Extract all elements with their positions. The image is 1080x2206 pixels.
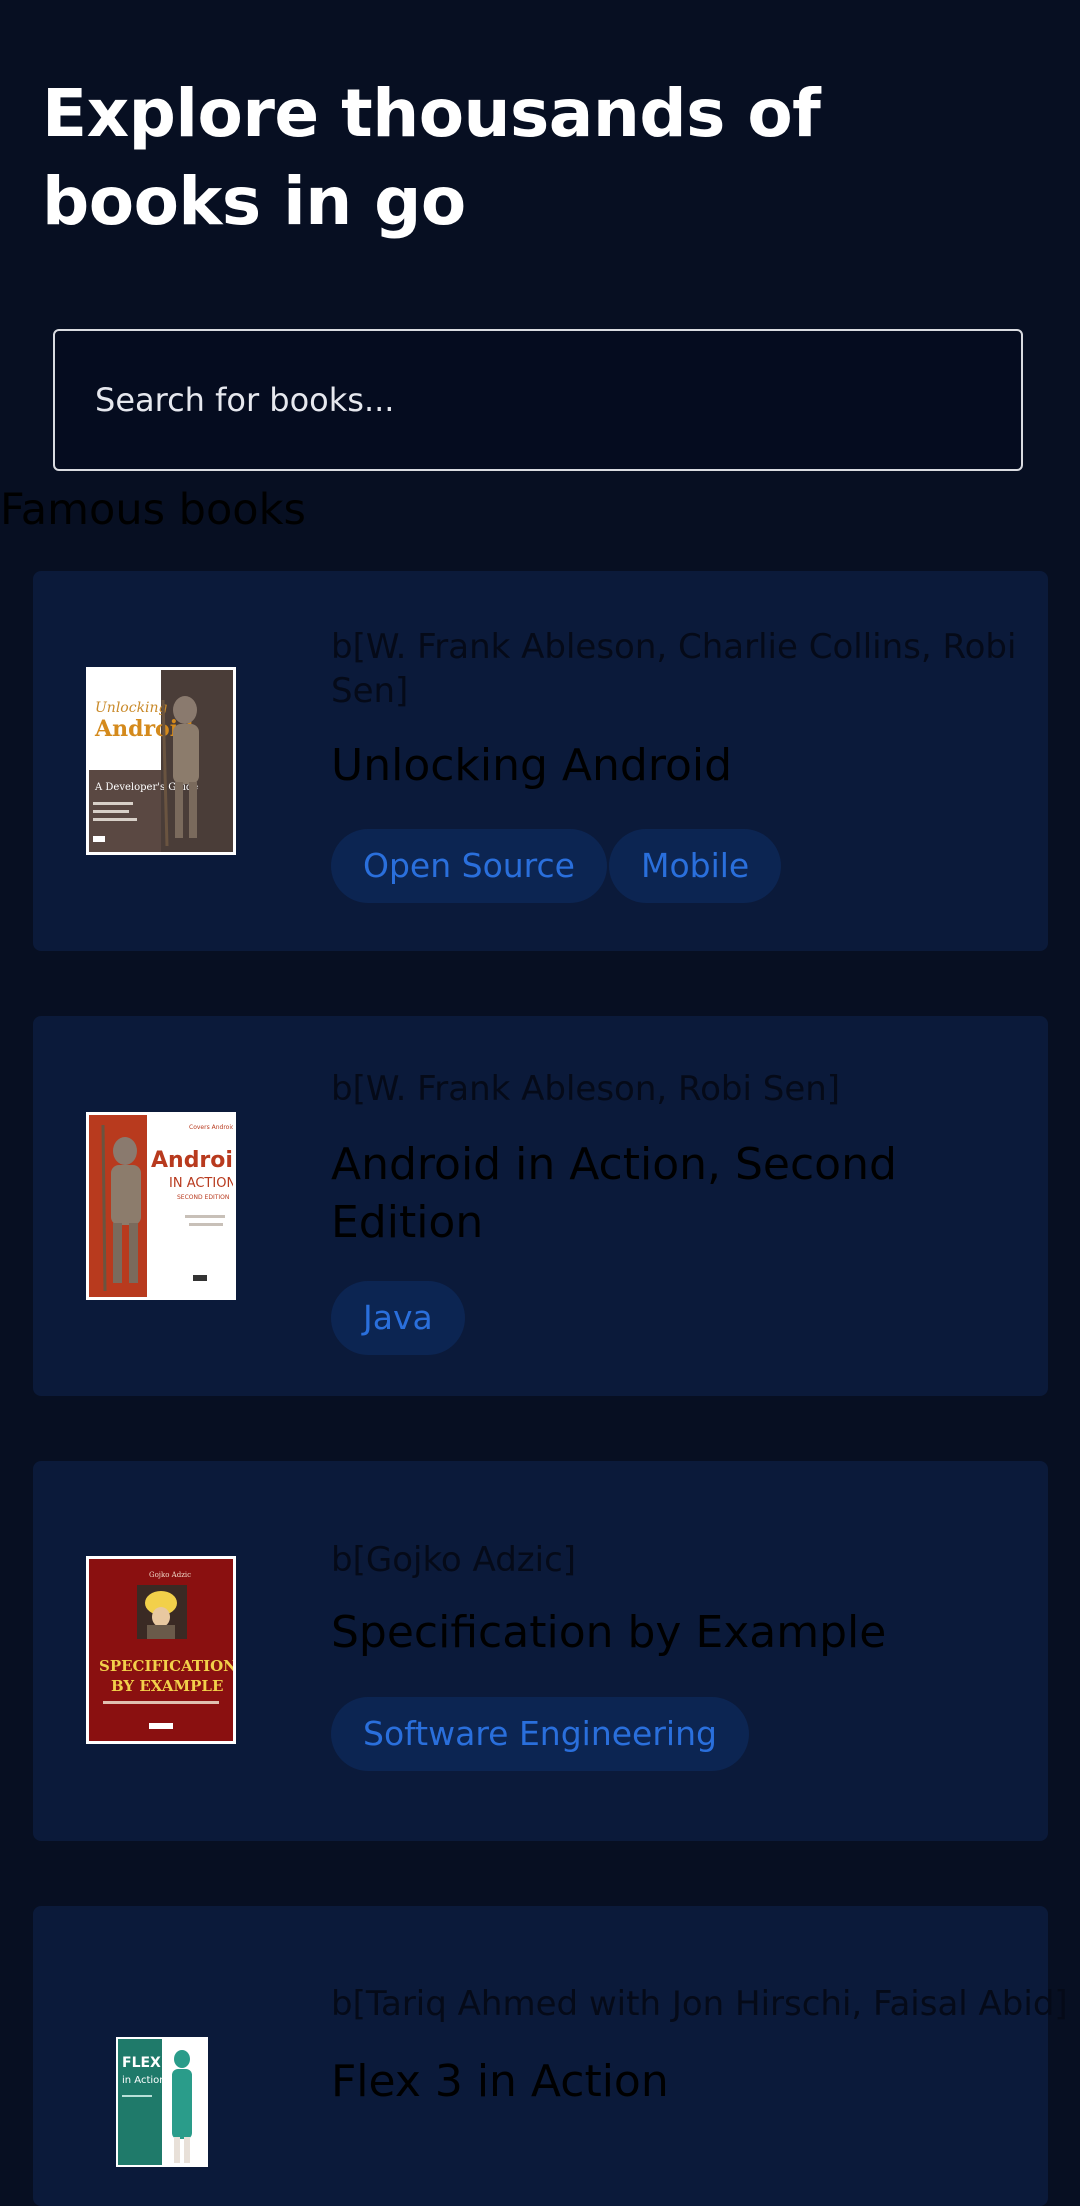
book-authors: b[Gojko Adzic]: [331, 1540, 577, 1580]
famous-books-heading: Famous books: [0, 485, 306, 535]
tag-mobile[interactable]: Mobile: [608, 829, 782, 903]
svg-text:Gojko Adzic: Gojko Adzic: [149, 1571, 191, 1579]
book-title[interactable]: Specification by Example: [331, 1604, 1031, 1662]
svg-text:BY EXAMPLE: BY EXAMPLE: [111, 1677, 223, 1695]
svg-text:FLEX 3: FLEX 3: [122, 2055, 175, 2071]
book-card[interactable]: Gojko Adzic SPECIFICATION BY EXAMPLE b[G…: [33, 1461, 1048, 1841]
android-in-action-cover: Covers Android 2 Android IN ACTION SECON…: [86, 1112, 236, 1300]
svg-text:Covers Android 2: Covers Android 2: [189, 1124, 233, 1131]
svg-text:SPECIFICATION: SPECIFICATION: [99, 1657, 233, 1675]
book-authors: b[Tariq Ahmed with Jon Hirschi, Faisal A…: [331, 1984, 1068, 2024]
book-card[interactable]: Unlocking Android A Developer's Guide b[…: [33, 571, 1048, 951]
tag-java[interactable]: Java: [331, 1281, 465, 1355]
unlocking-android-cover: Unlocking Android A Developer's Guide: [86, 667, 236, 855]
specification-by-example-cover: Gojko Adzic SPECIFICATION BY EXAMPLE: [86, 1556, 236, 1744]
tag-list: Java: [331, 1281, 465, 1355]
search-input[interactable]: [95, 331, 975, 469]
svg-text:Unlocking: Unlocking: [95, 700, 168, 716]
book-authors: b[W. Frank Ableson, Robi Sen]: [331, 1069, 841, 1109]
svg-text:SECOND EDITION: SECOND EDITION: [177, 1194, 229, 1201]
flex-3-in-action-cover: FLEX 3 in Action: [116, 2037, 208, 2167]
book-card[interactable]: Covers Android 2 Android IN ACTION SECON…: [33, 1016, 1048, 1396]
svg-text:in Action: in Action: [122, 2075, 166, 2086]
book-card[interactable]: FLEX 3 in Action b[Tariq Ahmed with Jon …: [33, 1906, 1068, 2206]
page-title: Explore thousands of books in go: [42, 75, 821, 240]
book-title[interactable]: Android in Action, Second Edition: [331, 1136, 1031, 1252]
svg-text:IN ACTION: IN ACTION: [169, 1176, 233, 1191]
search-box[interactable]: [53, 329, 1023, 471]
tag-list: Open Source Mobile: [331, 829, 782, 903]
book-title[interactable]: Flex 3 in Action: [331, 2053, 1031, 2111]
book-title[interactable]: Unlocking Android: [331, 737, 1031, 795]
book-authors: b[W. Frank Ableson, Charlie Collins, Rob…: [331, 627, 1017, 711]
svg-text:Android: Android: [151, 1148, 233, 1173]
tag-software-engineering[interactable]: Software Engineering: [331, 1697, 749, 1771]
tag-list: Software Engineering: [331, 1697, 749, 1771]
tag-open-source[interactable]: Open Source: [331, 829, 607, 903]
